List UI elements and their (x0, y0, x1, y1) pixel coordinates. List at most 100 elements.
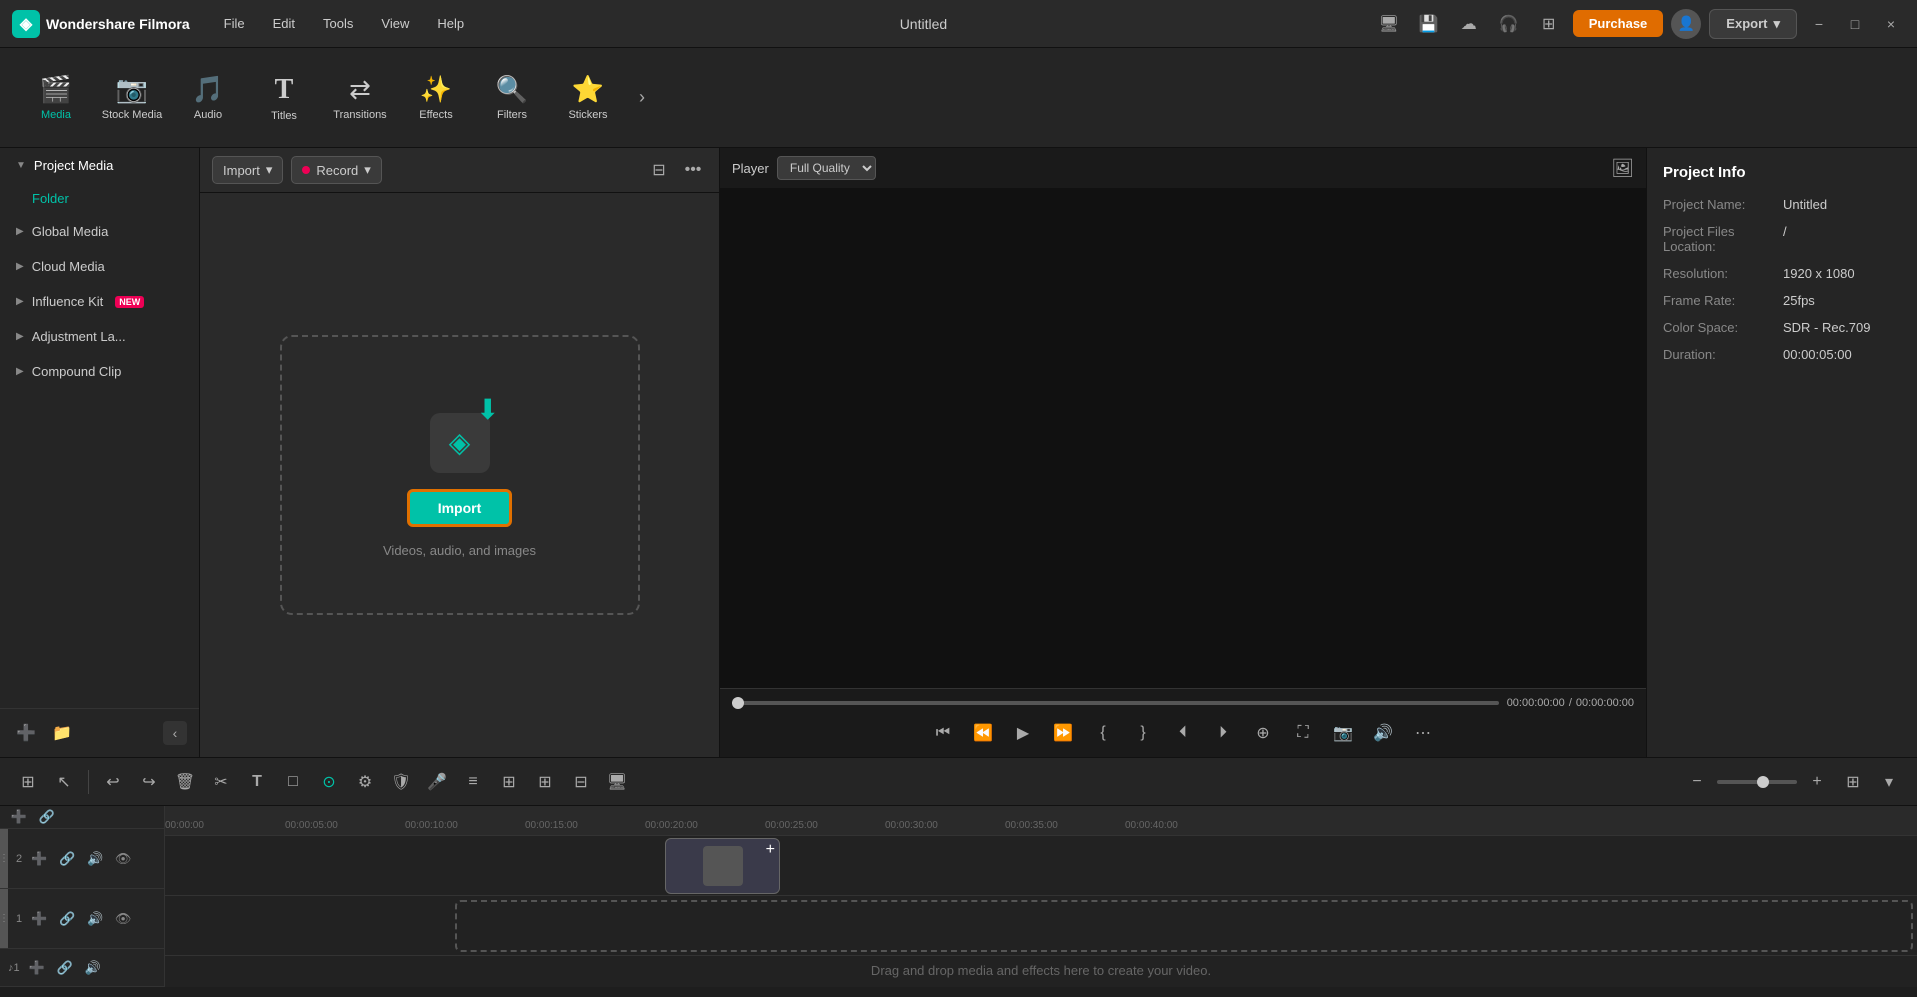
play-btn[interactable]: ▶ (1007, 717, 1039, 749)
link-track-btn[interactable]: 🔗 (36, 806, 58, 828)
more-options-icon[interactable]: ••• (679, 156, 707, 184)
crop-tool[interactable]: □ (277, 766, 309, 798)
track-drag-handle[interactable]: ⋮ (0, 853, 9, 864)
minimize-button[interactable]: − (1805, 10, 1833, 38)
record-button[interactable]: Record ▾ (291, 156, 381, 184)
timeline-thumb[interactable] (732, 697, 744, 709)
user-avatar[interactable]: 👤 (1671, 9, 1701, 39)
sidebar-item-global-media[interactable]: ▶ Global Media (0, 214, 199, 249)
headset-icon[interactable]: 🎧 (1493, 8, 1525, 40)
filter-sort-icon[interactable]: ⊟ (645, 156, 673, 184)
import-media-button[interactable]: Import (407, 489, 513, 527)
mark-in-btn[interactable]: { (1087, 717, 1119, 749)
audio1-add-btn[interactable]: ➕ (26, 957, 48, 979)
toolbar-more[interactable]: › (628, 57, 656, 139)
zoom-slider[interactable] (1717, 780, 1797, 784)
purchase-button[interactable]: Purchase (1573, 10, 1664, 37)
audio1-volume-btn[interactable]: 🔊 (82, 957, 104, 979)
zoom-in-btn[interactable]: + (1801, 766, 1833, 798)
video2-add-btn[interactable]: ➕ (28, 848, 50, 870)
tool-effects[interactable]: ✨ Effects (400, 57, 472, 139)
effect-tool[interactable]: ⊙ (313, 766, 345, 798)
video2-volume-btn[interactable]: 🔊 (84, 848, 106, 870)
add-marker-btn[interactable]: ⊕ (1247, 717, 1279, 749)
prev-marker-btn[interactable]: ⏴ (1167, 717, 1199, 749)
sidebar-item-adjustment-layer[interactable]: ▶ Adjustment La... (0, 319, 199, 354)
zoom-thumb[interactable] (1757, 776, 1769, 788)
menu-help[interactable]: Help (427, 12, 474, 35)
video1-visibility-btn[interactable]: 👁 (112, 908, 134, 930)
export-dropdown-icon[interactable]: ▾ (1773, 16, 1780, 32)
settings-tool[interactable]: ⚙ (349, 766, 381, 798)
delete-btn[interactable]: 🗑 (169, 766, 201, 798)
layout-toggle-btn[interactable]: ⊞ (1837, 766, 1869, 798)
align-tool[interactable]: ≡ (457, 766, 489, 798)
audio1-link-btn[interactable]: 🔗 (54, 957, 76, 979)
step-back-btn[interactable]: ⏪ (967, 717, 999, 749)
track-drag-handle-v1[interactable]: ⋮ (0, 913, 9, 924)
mark-out-btn[interactable]: } (1127, 717, 1159, 749)
tool-filters[interactable]: 🔍 Filters (476, 57, 548, 139)
timeline-slider[interactable] (732, 701, 1499, 705)
split-btn[interactable]: ✂ (205, 766, 237, 798)
video1-volume-btn[interactable]: 🔊 (84, 908, 106, 930)
timeline-select-tool[interactable]: ⊞ (12, 766, 44, 798)
shield-tool[interactable]: 🛡 (385, 766, 417, 798)
redo-btn[interactable]: ↪ (133, 766, 165, 798)
video2-link-btn[interactable]: 🔗 (56, 848, 78, 870)
sidebar-folder[interactable]: Folder (0, 183, 199, 214)
tool-stickers[interactable]: ⭐ Stickers (552, 57, 624, 139)
step-forward-btn[interactable]: ⏩ (1047, 717, 1079, 749)
tool-transitions[interactable]: ⇄ Transitions (324, 57, 396, 139)
screen-tool[interactable]: 🖥 (601, 766, 633, 798)
zoom-out-btn[interactable]: − (1681, 766, 1713, 798)
cloud-upload-icon[interactable]: ☁ (1453, 8, 1485, 40)
sidebar-item-influence-kit[interactable]: ▶ Influence Kit NEW (0, 284, 199, 319)
save-icon[interactable]: 💾 (1413, 8, 1445, 40)
import-drop-area[interactable]: ◈ ⬇ Import Videos, audio, and images (280, 335, 640, 615)
fullscreen-btn[interactable]: ⛶ (1287, 717, 1319, 749)
video1-add-btn[interactable]: ➕ (28, 908, 50, 930)
layout-dropdown-btn[interactable]: ▾ (1873, 766, 1905, 798)
add-media-btn[interactable]: ➕ (12, 719, 40, 747)
more-controls-btn[interactable]: ⋯ (1407, 717, 1439, 749)
split2-tool[interactable]: ⊞ (493, 766, 525, 798)
tool-titles[interactable]: T Titles (248, 57, 320, 139)
import-button[interactable]: Import ▾ (212, 156, 283, 184)
overlay-tool[interactable]: ⊞ (529, 766, 561, 798)
menu-view[interactable]: View (371, 12, 419, 35)
video1-link-btn[interactable]: 🔗 (56, 908, 78, 930)
sidebar-item-cloud-media[interactable]: ▶ Cloud Media (0, 249, 199, 284)
monitor-icon[interactable]: 🖥 (1373, 8, 1405, 40)
next-marker-btn[interactable]: ⏵ (1207, 717, 1239, 749)
add-track-btn[interactable]: ➕ (8, 806, 30, 828)
quality-select[interactable]: Full Quality 1/2 Quality 1/4 Quality (777, 156, 876, 180)
undo-btn[interactable]: ↩ (97, 766, 129, 798)
close-button[interactable]: × (1877, 10, 1905, 38)
sidebar-item-compound-clip[interactable]: ▶ Compound Clip (0, 354, 199, 389)
video2-visibility-btn[interactable]: 👁 (112, 848, 134, 870)
drag-clip[interactable]: + (665, 838, 780, 894)
text-tool[interactable]: T (241, 766, 273, 798)
mic-tool[interactable]: 🎤 (421, 766, 453, 798)
export-button[interactable]: Export ▾ (1709, 9, 1797, 39)
tool-audio[interactable]: 🎵 Audio (172, 57, 244, 139)
preview-image-btn[interactable]: 🖼 (1611, 158, 1634, 179)
layout-icon[interactable]: ⊞ (1533, 8, 1565, 40)
tool-stock-media[interactable]: 📷 Stock Media (96, 57, 168, 139)
tool-media[interactable]: 🎬 Media (20, 57, 92, 139)
video1-drop-zone[interactable] (455, 900, 1913, 952)
menu-tools[interactable]: Tools (313, 12, 363, 35)
preview-timeline-bar[interactable]: 00:00:00:00 / 00:00:00:00 (732, 697, 1634, 709)
collapse-sidebar-btn[interactable]: ‹ (163, 721, 187, 745)
menu-edit[interactable]: Edit (263, 12, 305, 35)
sidebar-item-project-media[interactable]: ▼ Project Media (0, 148, 199, 183)
menu-file[interactable]: File (214, 12, 255, 35)
rewind-btn[interactable]: ⏮ (927, 717, 959, 749)
folder-btn[interactable]: 📁 (48, 719, 76, 747)
speed-tool[interactable]: ⊟ (565, 766, 597, 798)
volume-btn[interactable]: 🔊 (1367, 717, 1399, 749)
maximize-button[interactable]: □ (1841, 10, 1869, 38)
timeline-cursor-tool[interactable]: ↖ (48, 766, 80, 798)
snapshot-btn[interactable]: 📷 (1327, 717, 1359, 749)
